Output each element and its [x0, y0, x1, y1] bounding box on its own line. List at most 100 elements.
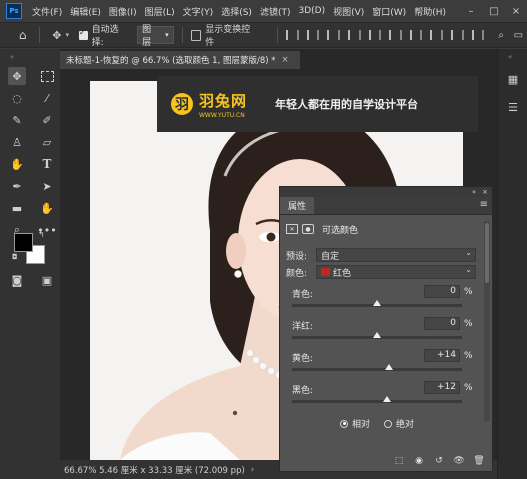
watermark-banner: 羽 羽兔网 WWW.YUTU.CN 年轻人都在用的自学设计平台 [157, 76, 478, 132]
expand-icon[interactable]: « [508, 53, 512, 61]
slider-track[interactable] [292, 400, 462, 403]
properties-panel-icon[interactable]: ☰ [505, 99, 521, 115]
adjustment-name: 可选颜色 [322, 225, 359, 236]
menu-image[interactable]: 图像(I) [109, 5, 137, 18]
view-previous-state-icon[interactable]: ◉ [412, 454, 426, 468]
slider-thumb[interactable] [373, 332, 381, 338]
relative-label: 相对 [352, 420, 371, 430]
auto-select-target-dropdown[interactable]: 图层 ▾ [137, 25, 174, 48]
cyan-value-input[interactable]: 0 [424, 285, 460, 298]
align-top-icon[interactable] [347, 30, 361, 40]
more-align-icon[interactable] [471, 30, 485, 40]
document-tab[interactable]: 未标题-1-恢复的 @ 66.7% (选取颜色 1, 图层蒙版/8) * × [60, 51, 300, 69]
slider-label: 青色: [292, 290, 314, 300]
type-tool-icon[interactable]: T [38, 155, 56, 173]
close-window-button[interactable]: × [505, 0, 527, 22]
delete-icon[interactable]: 🗑 [472, 454, 486, 468]
clip-to-layer-icon[interactable]: ⬚ [392, 454, 406, 468]
magenta-value-input[interactable]: 0 [424, 317, 460, 330]
visibility-eye-icon[interactable]: 👁 [452, 454, 466, 468]
foreground-color-swatch[interactable] [14, 233, 33, 252]
shape-tool-icon[interactable]: ▬ [8, 199, 26, 217]
quick-mask-icon[interactable]: ◙ [8, 271, 26, 289]
maximize-button[interactable]: □ [483, 0, 505, 22]
search-icon[interactable]: ⌕ [492, 26, 509, 44]
menu-view[interactable]: 视图(V) [333, 5, 364, 18]
menu-help[interactable]: 帮助(H) [414, 5, 446, 18]
hand-tool-icon[interactable]: ✋ [38, 199, 56, 217]
eraser-tool-icon[interactable]: ▱ [38, 133, 56, 151]
pen-tool-icon[interactable]: ✒ [8, 177, 26, 195]
align-center-icon[interactable] [306, 30, 320, 40]
chevron-down-icon[interactable]: ▾ [66, 31, 70, 39]
adjustment-icon[interactable]: ✕ [286, 224, 298, 234]
collapse-panel-icon[interactable]: « [472, 188, 476, 196]
align-bottom-icon[interactable] [389, 30, 402, 40]
clone-stamp-tool-icon[interactable]: ♙ [8, 133, 26, 151]
panel-topbar: « × [280, 187, 492, 197]
slider-thumb[interactable] [384, 364, 393, 370]
distribute-icon[interactable] [409, 30, 423, 40]
auto-select-label: 自动选择: [91, 25, 119, 48]
preset-dropdown[interactable]: 自定 ⌄ [316, 248, 476, 262]
align-left-icon[interactable] [286, 30, 299, 40]
percent-unit: % [464, 351, 473, 361]
screen-mode-icon[interactable]: ▣ [38, 271, 56, 289]
distribute-vertical-icon[interactable] [430, 30, 444, 40]
yellow-value-input[interactable]: +14 [424, 349, 460, 362]
eyedropper-tool-icon[interactable]: ✎ [8, 111, 26, 129]
scrollbar-thumb[interactable] [485, 223, 489, 283]
dodge-tool-icon[interactable]: ✋ [8, 155, 26, 173]
menu-file[interactable]: 文件(F) [32, 5, 62, 18]
lasso-tool-icon[interactable]: ◌ [8, 89, 26, 107]
path-selection-tool-icon[interactable]: ➤ [38, 177, 56, 195]
photoshop-logo: Ps [6, 3, 22, 19]
slider-thumb[interactable] [383, 396, 392, 402]
mask-icon[interactable]: ● [302, 224, 314, 234]
black-value-input[interactable]: +12 [424, 381, 460, 394]
menu-layer[interactable]: 图层(L) [145, 5, 175, 18]
absolute-radio[interactable] [384, 419, 393, 428]
slider-thumb[interactable] [373, 300, 381, 306]
menu-bar: Ps 文件(F) 编辑(E) 图像(I) 图层(L) 文字(Y) 选择(S) 滤… [0, 0, 527, 22]
close-panel-icon[interactable]: × [482, 188, 488, 196]
menu-type[interactable]: 文字(Y) [183, 5, 214, 18]
align-middle-icon[interactable] [368, 30, 382, 40]
move-tool-preset-icon[interactable]: ✥ [48, 26, 65, 44]
home-icon[interactable]: ⌂ [14, 26, 31, 44]
status-menu-arrow-icon[interactable]: › [251, 465, 254, 475]
black-slider: 黑色: +12 % [286, 381, 476, 409]
menu-select[interactable]: 选择(S) [221, 5, 252, 18]
workspace-icon[interactable]: ▭ [510, 26, 527, 44]
show-transform-checkbox[interactable] [190, 29, 202, 41]
menu-edit[interactable]: 编辑(E) [70, 5, 101, 18]
panel-scrollbar[interactable] [484, 221, 490, 421]
swap-colors-icon[interactable]: ↰ [38, 230, 45, 239]
yutu-logo-icon: 羽 [171, 93, 193, 115]
menu-3d[interactable]: 3D(D) [298, 6, 325, 16]
slider-track[interactable] [292, 368, 462, 371]
relative-radio[interactable] [340, 419, 348, 428]
adjustment-type-row: ✕ ● 可选颜色 [286, 221, 476, 237]
colors-dropdown[interactable]: 红色 ⌄ [316, 265, 476, 279]
marquee-tool-icon[interactable] [38, 67, 56, 85]
menu-window[interactable]: 窗口(W) [372, 5, 406, 18]
close-tab-icon[interactable]: × [282, 55, 289, 65]
default-colors-icon[interactable]: ◘ [12, 253, 18, 261]
auto-select-checkbox[interactable] [79, 28, 88, 40]
divider [181, 27, 183, 43]
panel-menu-icon[interactable]: ≡ [480, 199, 488, 210]
properties-panel: « × 属性 ≡ ✕ ● 可选颜色 预设: 自定 ⌄ 颜色: 红色 ⌄ 青色: … [279, 186, 493, 472]
slider-label: 洋红: [292, 322, 314, 332]
brush-tool-icon[interactable]: ✐ [38, 111, 56, 129]
move-tool-icon[interactable]: ✥ [8, 67, 26, 85]
collapse-icon[interactable]: » [10, 53, 14, 61]
reset-icon[interactable]: ↺ [432, 454, 446, 468]
tab-properties[interactable]: 属性 [280, 197, 315, 214]
menu-filter[interactable]: 滤镜(T) [260, 5, 291, 18]
magic-wand-tool-icon[interactable]: ⁄ [38, 89, 56, 107]
distribute-horizontal-icon[interactable] [451, 30, 464, 40]
minimize-button[interactable]: – [460, 0, 482, 22]
align-right-icon[interactable] [327, 30, 340, 40]
history-panel-icon[interactable]: ▦ [505, 71, 521, 87]
